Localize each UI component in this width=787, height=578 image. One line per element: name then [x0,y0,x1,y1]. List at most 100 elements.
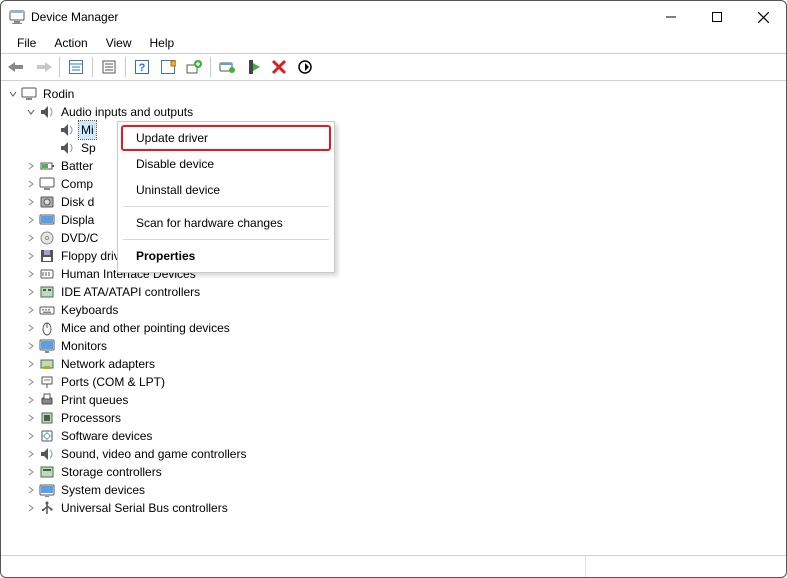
context-menu-item[interactable]: Uninstall device [121,177,331,203]
tree-item[interactable]: Processors [3,409,784,427]
context-menu-item[interactable]: Update driver [121,125,331,151]
tree-item-label: Mice and other pointing devices [59,319,232,337]
chevron-right-icon[interactable] [23,392,39,408]
chevron-right-icon[interactable] [23,482,39,498]
menu-action[interactable]: Action [46,35,95,51]
context-menu-item[interactable]: Properties [121,243,331,269]
tree-item[interactable]: Ports (COM & LPT) [3,373,784,391]
status-pane [586,556,786,577]
category-icon [39,428,55,444]
properties-icon[interactable] [97,55,121,79]
speaker-icon [39,104,55,120]
context-menu-item[interactable]: Scan for hardware changes [121,210,331,236]
tree-item[interactable]: System devices [3,481,784,499]
chevron-right-icon[interactable] [23,374,39,390]
chevron-right-icon[interactable] [23,446,39,462]
help-icon[interactable]: ? [130,55,154,79]
disable-device-icon[interactable] [241,55,265,79]
chevron-right-icon[interactable] [23,158,39,174]
chevron-right-icon[interactable] [23,176,39,192]
chevron-right-icon[interactable] [23,230,39,246]
chevron-right-icon[interactable] [23,500,39,516]
tree-item-label: Network adapters [59,355,157,373]
speaker-icon [59,140,75,156]
maximize-button[interactable] [694,1,740,33]
chevron-right-icon[interactable] [23,356,39,372]
uninstall-device-icon[interactable] [267,55,291,79]
tree-item[interactable]: Sound, video and game controllers [3,445,784,463]
titlebar: Device Manager [1,1,786,33]
tree-item[interactable]: Mice and other pointing devices [3,319,784,337]
category-icon [39,374,55,390]
minimize-button[interactable] [648,1,694,33]
tree-root-label: Rodin [41,85,76,103]
device-manager-window: Device Manager File Action View Help [0,0,787,578]
expander-empty [43,140,59,156]
svg-text:?: ? [139,62,146,74]
chevron-right-icon[interactable] [23,320,39,336]
chevron-right-icon[interactable] [23,284,39,300]
chevron-right-icon[interactable] [23,266,39,282]
context-menu-separator [123,206,329,207]
tree-root[interactable]: Rodin [3,85,784,103]
category-icon [39,356,55,372]
chevron-right-icon[interactable] [23,248,39,264]
menu-help[interactable]: Help [142,35,183,51]
context-menu-separator [123,239,329,240]
menu-view[interactable]: View [98,35,140,51]
restart-icon[interactable] [293,55,317,79]
tree-item-label: Batter [59,157,95,175]
chevron-right-icon[interactable] [23,428,39,444]
chevron-down-icon[interactable] [5,86,21,102]
tree-item-label: Ports (COM & LPT) [59,373,167,391]
tree-item-label: Keyboards [59,301,120,319]
chevron-right-icon[interactable] [23,410,39,426]
show-hidden-icon[interactable] [64,55,88,79]
category-icon [39,176,55,192]
category-icon [39,302,55,318]
update-driver-icon[interactable] [215,55,239,79]
tree-item-label: Software devices [59,427,154,445]
category-icon [39,410,55,426]
computer-icon [21,86,37,102]
category-icon [39,266,55,282]
statusbar [1,555,786,577]
close-button[interactable] [740,1,786,33]
device-tree[interactable]: Rodin Audio inputs and outputs Mi Update… [1,81,786,555]
chevron-right-icon[interactable] [23,212,39,228]
chevron-right-icon[interactable] [23,302,39,318]
tree-item[interactable]: Universal Serial Bus controllers [3,499,784,517]
category-icon [39,248,55,264]
chevron-right-icon[interactable] [23,464,39,480]
tree-item-label: Disk d [59,193,96,211]
category-icon [39,158,55,174]
tree-item-label: System devices [59,481,147,499]
tree-item-label: IDE ATA/ATAPI controllers [59,283,202,301]
back-button[interactable] [5,55,29,79]
context-menu-item[interactable]: Disable device [121,151,331,177]
tree-item[interactable]: Network adapters [3,355,784,373]
tree-item[interactable]: Software devices [3,427,784,445]
tree-item[interactable]: IDE ATA/ATAPI controllers [3,283,784,301]
tree-item[interactable]: Print queues [3,391,784,409]
tree-item[interactable]: Storage controllers [3,463,784,481]
chevron-down-icon[interactable] [23,104,39,120]
tree-item[interactable]: Keyboards [3,301,784,319]
tree-item-label: Mi [79,121,96,139]
chevron-right-icon[interactable] [23,194,39,210]
tree-item[interactable]: Monitors [3,337,784,355]
context-menu: Update driverDisable deviceUninstall dev… [117,121,335,273]
chevron-right-icon[interactable] [23,338,39,354]
add-hardware-icon[interactable] [182,55,206,79]
menubar: File Action View Help [1,33,786,53]
forward-button[interactable] [31,55,55,79]
category-icon [39,320,55,336]
tree-item-label: Audio inputs and outputs [59,103,195,121]
menu-file[interactable]: File [9,35,44,51]
tree-item-label: Sound, video and game controllers [59,445,248,463]
category-icon [39,338,55,354]
tree-item-label: Universal Serial Bus controllers [59,499,230,517]
scan-hardware-icon[interactable] [156,55,180,79]
tree-item-label: Storage controllers [59,463,164,481]
tree-item-audio[interactable]: Audio inputs and outputs [3,103,784,121]
